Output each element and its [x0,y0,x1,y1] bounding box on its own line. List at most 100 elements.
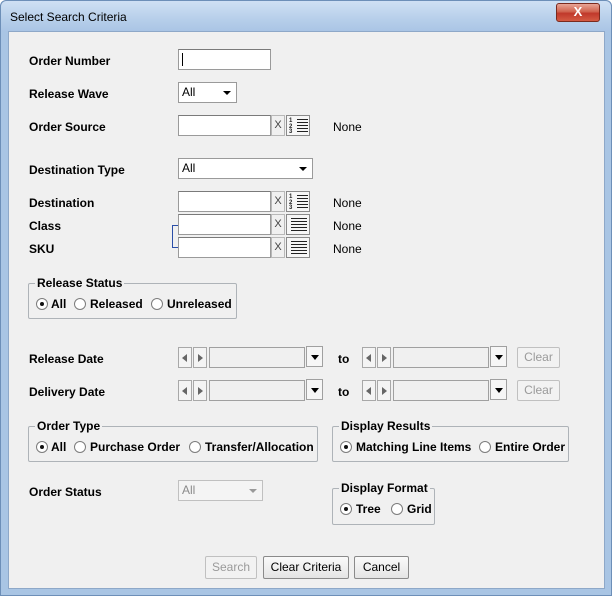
clear-x-icon: X [274,119,282,131]
sku-list-button[interactable] [286,237,310,258]
order-source-selection: None [333,120,362,134]
class-selection: None [333,219,362,233]
order-type-purchase-order-radio[interactable] [74,441,86,453]
release-date-label: Release Date [29,352,104,366]
delivery-date-from-next-button[interactable] [193,380,207,401]
release-date-from-field[interactable] [209,347,305,368]
display-format-grid-label[interactable]: Grid [407,502,432,516]
release-status-group: Release Status All Released Unreleased [28,276,237,319]
order-status-label: Order Status [29,485,102,499]
chevron-down-icon [490,346,507,367]
display-results-title: Display Results [339,419,433,433]
triangle-right-icon [382,387,387,395]
sku-selection: None [333,242,362,256]
delivery-date-to-next-button[interactable] [377,380,391,401]
order-source-label: Order Source [29,120,106,134]
delivery-date-to-prev-button[interactable] [362,380,376,401]
delivery-date-from-dropdown[interactable] [305,379,323,401]
release-status-all-label[interactable]: All [51,297,66,311]
triangle-right-icon [198,354,203,362]
text-caret [182,53,183,66]
release-date-to-field[interactable] [393,347,489,368]
order-type-group: Order Type All Purchase Order Transfer/A… [28,419,318,462]
release-wave-select[interactable]: All [178,82,237,103]
display-results-group: Display Results Matching Line Items Enti… [332,419,569,462]
release-date-clear-button[interactable]: Clear [517,347,560,368]
order-source-list-button[interactable]: 123 [286,115,310,136]
delivery-date-to-label: to [338,385,350,399]
release-date-from-next-button[interactable] [193,347,207,368]
order-type-transfer-radio[interactable] [189,441,201,453]
close-button[interactable]: X [556,3,600,22]
release-status-all-radio[interactable] [36,298,48,310]
order-number-label: Order Number [29,54,111,68]
class-list-button[interactable] [286,214,310,235]
display-results-entire-radio[interactable] [479,441,491,453]
delivery-date-clear-button[interactable]: Clear [517,380,560,401]
window-title: Select Search Criteria [10,10,127,24]
class-label: Class [29,219,62,233]
clear-x-icon: X [274,218,282,230]
release-status-unreleased-radio[interactable] [151,298,163,310]
class-input[interactable] [178,214,271,235]
order-type-all-radio[interactable] [36,441,48,453]
clear-x-icon: X [274,241,282,253]
chevron-down-icon [299,167,307,171]
delivery-date-label: Delivery Date [29,385,106,399]
triangle-left-icon [182,387,187,395]
destination-label: Destination [29,196,95,210]
dialog-window: Select Search Criteria X Order Number Re… [0,0,612,596]
clear-x-icon: X [274,195,282,207]
display-results-matching-radio[interactable] [340,441,352,453]
sku-clear-button[interactable]: X [271,237,285,258]
sku-input[interactable] [178,237,271,258]
display-format-tree-label[interactable]: Tree [356,502,381,516]
chevron-down-icon [306,379,323,400]
search-button[interactable]: Search [205,556,257,579]
class-clear-button[interactable]: X [271,214,285,235]
destination-list-button[interactable]: 123 [286,191,310,212]
order-type-purchase-order-label[interactable]: Purchase Order [90,440,180,454]
close-icon: X [573,4,583,19]
display-results-matching-label[interactable]: Matching Line Items [356,440,471,454]
display-format-grid-radio[interactable] [391,503,403,515]
display-format-group: Display Format Tree Grid [332,481,435,525]
triangle-right-icon [382,354,387,362]
delivery-date-to-field[interactable] [393,380,489,401]
order-source-clear-button[interactable]: X [271,115,285,136]
release-date-to-next-button[interactable] [377,347,391,368]
display-format-tree-radio[interactable] [340,503,352,515]
release-wave-label: Release Wave [29,87,109,101]
cancel-button[interactable]: Cancel [354,556,409,579]
release-date-to-prev-button[interactable] [362,347,376,368]
delivery-date-to-dropdown[interactable] [489,379,507,401]
clear-criteria-button[interactable]: Clear Criteria [263,556,349,579]
title-bar[interactable]: Select Search Criteria X [1,1,611,31]
triangle-left-icon [182,354,187,362]
destination-input[interactable] [178,191,271,212]
display-format-title: Display Format [339,481,430,495]
destination-selection: None [333,196,362,210]
order-number-input[interactable] [178,49,271,70]
display-results-entire-label[interactable]: Entire Order [495,440,565,454]
release-status-unreleased-label[interactable]: Unreleased [167,297,232,311]
order-type-all-label[interactable]: All [51,440,66,454]
chevron-down-icon [490,379,507,400]
destination-type-label: Destination Type [29,163,125,177]
sku-label: SKU [29,242,55,256]
delivery-date-from-field[interactable] [209,380,305,401]
destination-clear-button[interactable]: X [271,191,285,212]
order-status-select[interactable]: All [178,480,263,501]
release-status-title: Release Status [35,276,125,290]
chevron-down-icon [249,489,257,493]
order-source-input[interactable] [178,115,271,136]
release-date-from-prev-button[interactable] [178,347,192,368]
delivery-date-from-prev-button[interactable] [178,380,192,401]
destination-type-select[interactable]: All [178,158,313,179]
release-status-released-radio[interactable] [74,298,86,310]
order-type-transfer-label[interactable]: Transfer/Allocation [205,440,314,454]
release-date-to-dropdown[interactable] [489,346,507,368]
release-date-from-dropdown[interactable] [305,346,323,368]
release-status-released-label[interactable]: Released [90,297,143,311]
dialog-body: Order Number Release Wave All Order Sour… [8,31,605,589]
